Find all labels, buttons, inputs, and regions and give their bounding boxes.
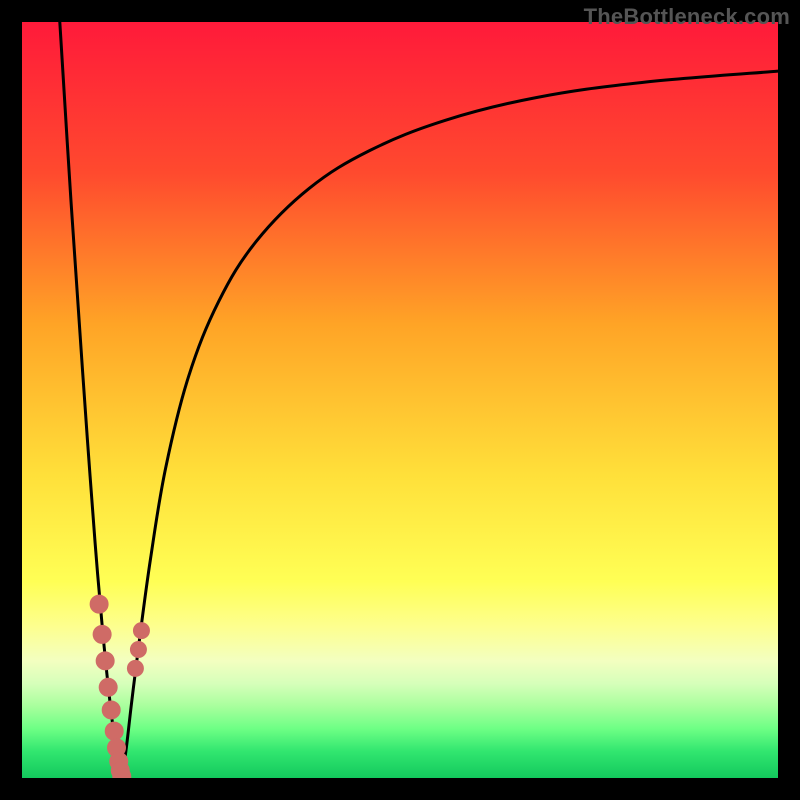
watermark-text: TheBottleneck.com xyxy=(584,4,790,30)
data-marker xyxy=(96,652,114,670)
data-marker xyxy=(90,595,108,613)
data-marker xyxy=(93,625,111,643)
data-marker xyxy=(102,701,120,719)
bottleneck-chart xyxy=(22,22,778,778)
chart-frame: TheBottleneck.com xyxy=(0,0,800,800)
data-marker xyxy=(105,722,123,740)
data-marker xyxy=(99,678,117,696)
data-marker xyxy=(133,623,149,639)
data-marker xyxy=(127,660,143,676)
data-marker xyxy=(130,641,146,657)
